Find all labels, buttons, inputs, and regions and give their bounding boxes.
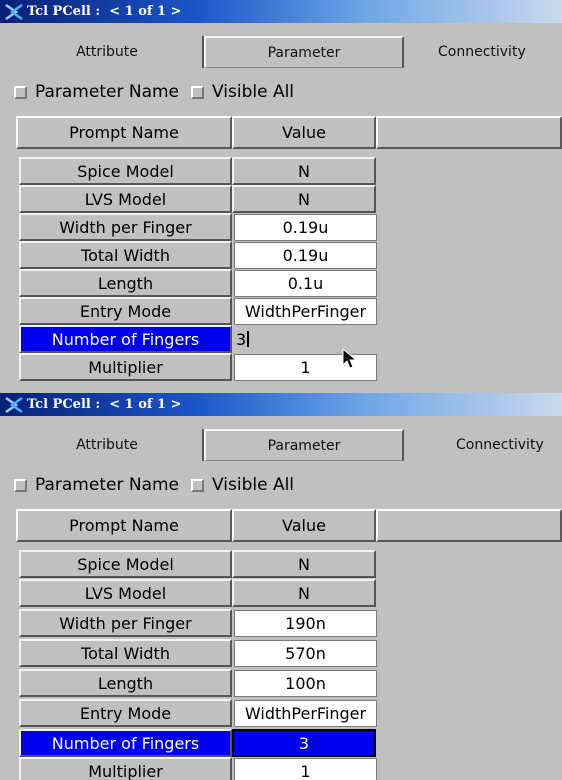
title-bar[interactable]: Tcl PCell : < 1 of 1 >: [0, 0, 562, 23]
row-prompt-spice-model[interactable]: Spice Model: [19, 157, 232, 185]
row-prompt-number-of-fingers[interactable]: Number of Fingers: [19, 729, 232, 757]
row-value-width-per-finger[interactable]: 0.19u: [234, 214, 377, 241]
row-prompt-lvs-model[interactable]: LVS Model: [19, 579, 232, 607]
window-title: Tcl PCell : < 1 of 1 >: [27, 397, 182, 412]
row-prompt-multiplier[interactable]: Multiplier: [19, 353, 232, 381]
row-prompt-length[interactable]: Length: [19, 269, 232, 297]
tab-connectivity[interactable]: Connectivity: [404, 36, 562, 68]
row-prompt-lvs-model[interactable]: LVS Model: [19, 185, 232, 213]
row-value-multiplier[interactable]: 1: [234, 758, 377, 780]
tab-attribute[interactable]: Attribute: [12, 429, 204, 461]
text-cursor: [247, 331, 250, 347]
row-prompt-entry-mode[interactable]: Entry Mode: [19, 297, 232, 325]
app-logo-icon: [5, 396, 23, 413]
visible-all-checkbox[interactable]: [191, 85, 205, 99]
row-prompt-total-width[interactable]: Total Width: [19, 241, 232, 269]
pcell-window-before: Tcl PCell : < 1 of 1 > Attribute Paramet…: [0, 0, 562, 393]
tab-connectivity[interactable]: Connectivity: [404, 429, 562, 461]
parameter-name-label: Parameter Name: [35, 475, 180, 495]
column-header-empty: [376, 116, 562, 149]
row-value-width-per-finger[interactable]: 190n: [234, 610, 377, 637]
visible-all-label: Visible All: [212, 82, 295, 102]
column-header-prompt-name[interactable]: Prompt Name: [16, 509, 232, 542]
tab-strip: Attribute Parameter Connectivity: [0, 36, 562, 70]
row-value-total-width[interactable]: 570n: [234, 640, 377, 667]
parameter-name-checkbox[interactable]: [14, 478, 27, 492]
visible-all-label: Visible All: [212, 475, 295, 495]
row-prompt-entry-mode[interactable]: Entry Mode: [19, 699, 232, 727]
row-prompt-number-of-fingers[interactable]: Number of Fingers: [19, 325, 232, 353]
row-prompt-length[interactable]: Length: [19, 669, 232, 697]
title-bar[interactable]: Tcl PCell : < 1 of 1 >: [0, 393, 562, 416]
row-value-spice-model[interactable]: N: [232, 550, 376, 578]
checkbox-row: Parameter Name Visible All: [0, 78, 294, 106]
tab-parameter[interactable]: Parameter: [204, 429, 404, 461]
row-value-length[interactable]: 100n: [234, 670, 377, 697]
row-prompt-spice-model[interactable]: Spice Model: [19, 550, 232, 578]
tab-parameter[interactable]: Parameter: [204, 36, 404, 68]
row-value-number-of-fingers[interactable]: 3: [232, 729, 376, 757]
row-prompt-total-width[interactable]: Total Width: [19, 639, 232, 667]
row-value-entry-mode[interactable]: WidthPerFinger: [234, 700, 377, 727]
checkbox-row: Parameter Name Visible All: [0, 471, 294, 499]
row-value-spice-model[interactable]: N: [232, 157, 376, 185]
row-value-total-width[interactable]: 0.19u: [234, 242, 377, 269]
pcell-window-after: Tcl PCell : < 1 of 1 > Attribute Paramet…: [0, 393, 562, 780]
row-prompt-width-per-finger[interactable]: Width per Finger: [19, 609, 232, 637]
row-value-lvs-model[interactable]: N: [232, 185, 376, 213]
number-of-fingers-edit-text: 3: [236, 329, 247, 349]
row-prompt-multiplier[interactable]: Multiplier: [19, 757, 232, 780]
tab-attribute[interactable]: Attribute: [12, 36, 204, 68]
tab-strip: Attribute Parameter Connectivity: [0, 429, 562, 463]
window-title: Tcl PCell : < 1 of 1 >: [27, 4, 182, 19]
column-header-value[interactable]: Value: [232, 116, 376, 149]
column-header-value[interactable]: Value: [232, 509, 376, 542]
app-logo-icon: [5, 3, 23, 20]
row-prompt-width-per-finger[interactable]: Width per Finger: [19, 213, 232, 241]
column-header-empty: [376, 509, 562, 542]
row-value-entry-mode[interactable]: WidthPerFinger: [234, 298, 377, 325]
row-value-lvs-model[interactable]: N: [232, 579, 376, 607]
column-header-prompt-name[interactable]: Prompt Name: [16, 116, 232, 149]
row-value-length[interactable]: 0.1u: [234, 270, 377, 297]
parameter-name-checkbox[interactable]: [14, 85, 27, 99]
visible-all-checkbox[interactable]: [191, 478, 205, 492]
mouse-pointer-icon: [342, 348, 358, 369]
parameter-name-label: Parameter Name: [35, 82, 180, 102]
